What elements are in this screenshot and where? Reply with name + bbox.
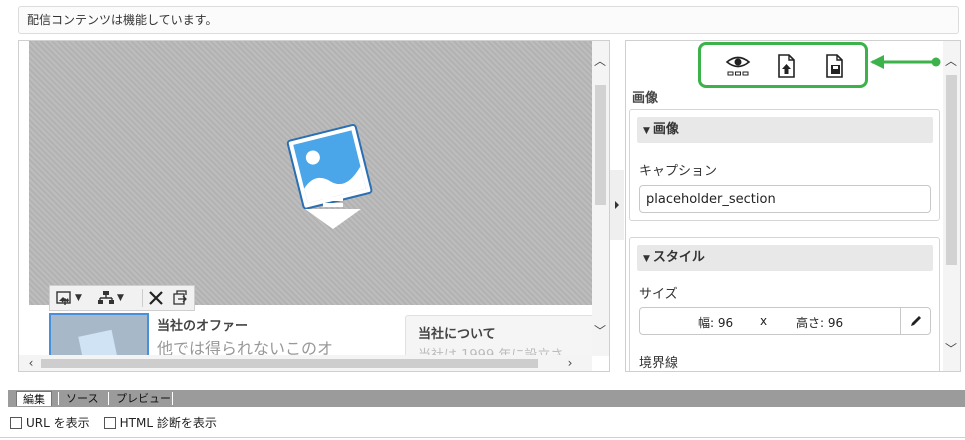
image-tool-button[interactable]: ▼ bbox=[56, 289, 82, 307]
caret-down-icon: ▼ bbox=[643, 254, 650, 264]
size-separator: x bbox=[760, 314, 768, 328]
image-thumbnail-icon bbox=[78, 329, 118, 357]
scroll-down-icon[interactable]: ﹀ bbox=[943, 341, 959, 357]
tab-edit[interactable]: 編集 bbox=[16, 391, 52, 406]
properties-panel: 画像 ▼画像 キャプション ▼スタイル サイズ 幅: 96 x 高さ: 96 境… bbox=[625, 40, 961, 372]
scroll-up-icon[interactable]: ︿ bbox=[592, 53, 608, 69]
caption-label: キャプション bbox=[639, 164, 718, 179]
caret-down-icon: ▼ bbox=[643, 126, 650, 136]
scroll-up-icon[interactable]: ︿ bbox=[943, 53, 959, 69]
image-group: ▼ 画像 キャプション bbox=[629, 109, 940, 221]
style-group-header[interactable]: ▼ スタイル bbox=[637, 245, 933, 271]
upload-doc-icon[interactable] bbox=[773, 53, 799, 79]
move-block-button[interactable] bbox=[172, 289, 188, 307]
eye-icon[interactable] bbox=[725, 53, 751, 79]
layout-icon bbox=[98, 291, 114, 304]
scroll-down-icon[interactable]: ﹀ bbox=[592, 323, 608, 339]
properties-vertical-scrollbar[interactable]: ︿ ﹀ bbox=[943, 41, 960, 371]
scroll-right-icon[interactable]: › bbox=[562, 355, 578, 371]
show-url-checkbox[interactable] bbox=[10, 416, 22, 429]
view-tabs: 編集 ソース プレビュー bbox=[8, 390, 965, 407]
size-label: サイズ bbox=[639, 287, 678, 302]
chevron-down-icon: ▼ bbox=[117, 293, 124, 303]
show-html-diagnostics-checkbox[interactable] bbox=[103, 416, 116, 429]
status-message: 配信コンテンツは機能しています。 bbox=[18, 6, 959, 34]
image-insert-icon bbox=[56, 291, 71, 305]
tab-divider bbox=[172, 392, 173, 405]
block-toolbar: ▼ ▼ bbox=[49, 285, 195, 311]
image-group-header[interactable]: ▼ 画像 bbox=[637, 117, 933, 143]
scroll-thumb[interactable] bbox=[41, 359, 538, 368]
display-options: URL を表示 HTML 診断を表示 bbox=[10, 414, 217, 431]
about-card[interactable]: 当社について 当社は 1999 年に設立さ bbox=[405, 315, 592, 357]
tab-source[interactable]: ソース bbox=[60, 391, 104, 406]
border-label: 境界線 bbox=[639, 356, 679, 371]
size-field[interactable]: 幅: 96 x 高さ: 96 bbox=[639, 307, 931, 335]
scroll-thumb[interactable] bbox=[946, 75, 957, 265]
panel-collapse-handle[interactable] bbox=[610, 170, 624, 240]
style-group-title: スタイル bbox=[652, 250, 705, 265]
style-group: ▼ スタイル サイズ 幅: 96 x 高さ: 96 境界線 bbox=[629, 237, 940, 371]
properties-title: 画像 bbox=[632, 91, 659, 106]
layout-tool-button[interactable]: ▼ bbox=[98, 289, 124, 307]
image-group-title: 画像 bbox=[652, 122, 679, 137]
export-icon bbox=[173, 290, 187, 305]
chevron-down-icon: ▼ bbox=[75, 293, 82, 303]
about-title: 当社について bbox=[418, 327, 496, 342]
caption-input[interactable] bbox=[639, 185, 931, 213]
tab-divider bbox=[108, 392, 109, 405]
size-width: 幅: 96 bbox=[698, 316, 734, 330]
offer-title: 当社のオファー bbox=[157, 319, 249, 334]
offer-subtitle: 他では得られないこのオ bbox=[157, 339, 334, 357]
image-placeholder[interactable] bbox=[29, 41, 592, 305]
show-url-label[interactable]: URL を表示 bbox=[26, 414, 90, 431]
show-html-diagnostics-label[interactable]: HTML 診断を表示 bbox=[120, 414, 217, 431]
image-drop-icon bbox=[286, 123, 373, 229]
edit-size-button[interactable] bbox=[900, 308, 930, 334]
property-actions-highlight bbox=[698, 42, 868, 88]
bottom-divider bbox=[0, 437, 965, 438]
pencil-icon bbox=[910, 316, 921, 326]
size-height: 高さ: 96 bbox=[796, 316, 844, 330]
tab-divider bbox=[58, 392, 59, 405]
delete-block-button[interactable] bbox=[148, 289, 164, 307]
save-doc-icon[interactable] bbox=[821, 53, 847, 79]
selected-image-block[interactable] bbox=[49, 313, 149, 357]
tab-preview[interactable]: プレビュー bbox=[110, 391, 177, 406]
scroll-left-icon[interactable]: ‹ bbox=[23, 355, 39, 371]
editor-panel: 当社のオファー 他では得られないこのオ 当社について 当社は 1999 年に設立… bbox=[18, 40, 610, 372]
toolbar-divider bbox=[142, 289, 143, 307]
callout-arrow-icon bbox=[870, 55, 941, 69]
close-icon bbox=[149, 291, 163, 305]
editor-vertical-scrollbar[interactable]: ︿ ﹀ bbox=[592, 41, 609, 356]
content-row: 当社のオファー 他では得られないこのオ 当社について 当社は 1999 年に設立… bbox=[49, 313, 592, 357]
editor-horizontal-scrollbar[interactable]: ‹ › bbox=[19, 355, 592, 371]
scroll-thumb[interactable] bbox=[595, 85, 606, 205]
chevron-right-icon bbox=[615, 201, 619, 209]
